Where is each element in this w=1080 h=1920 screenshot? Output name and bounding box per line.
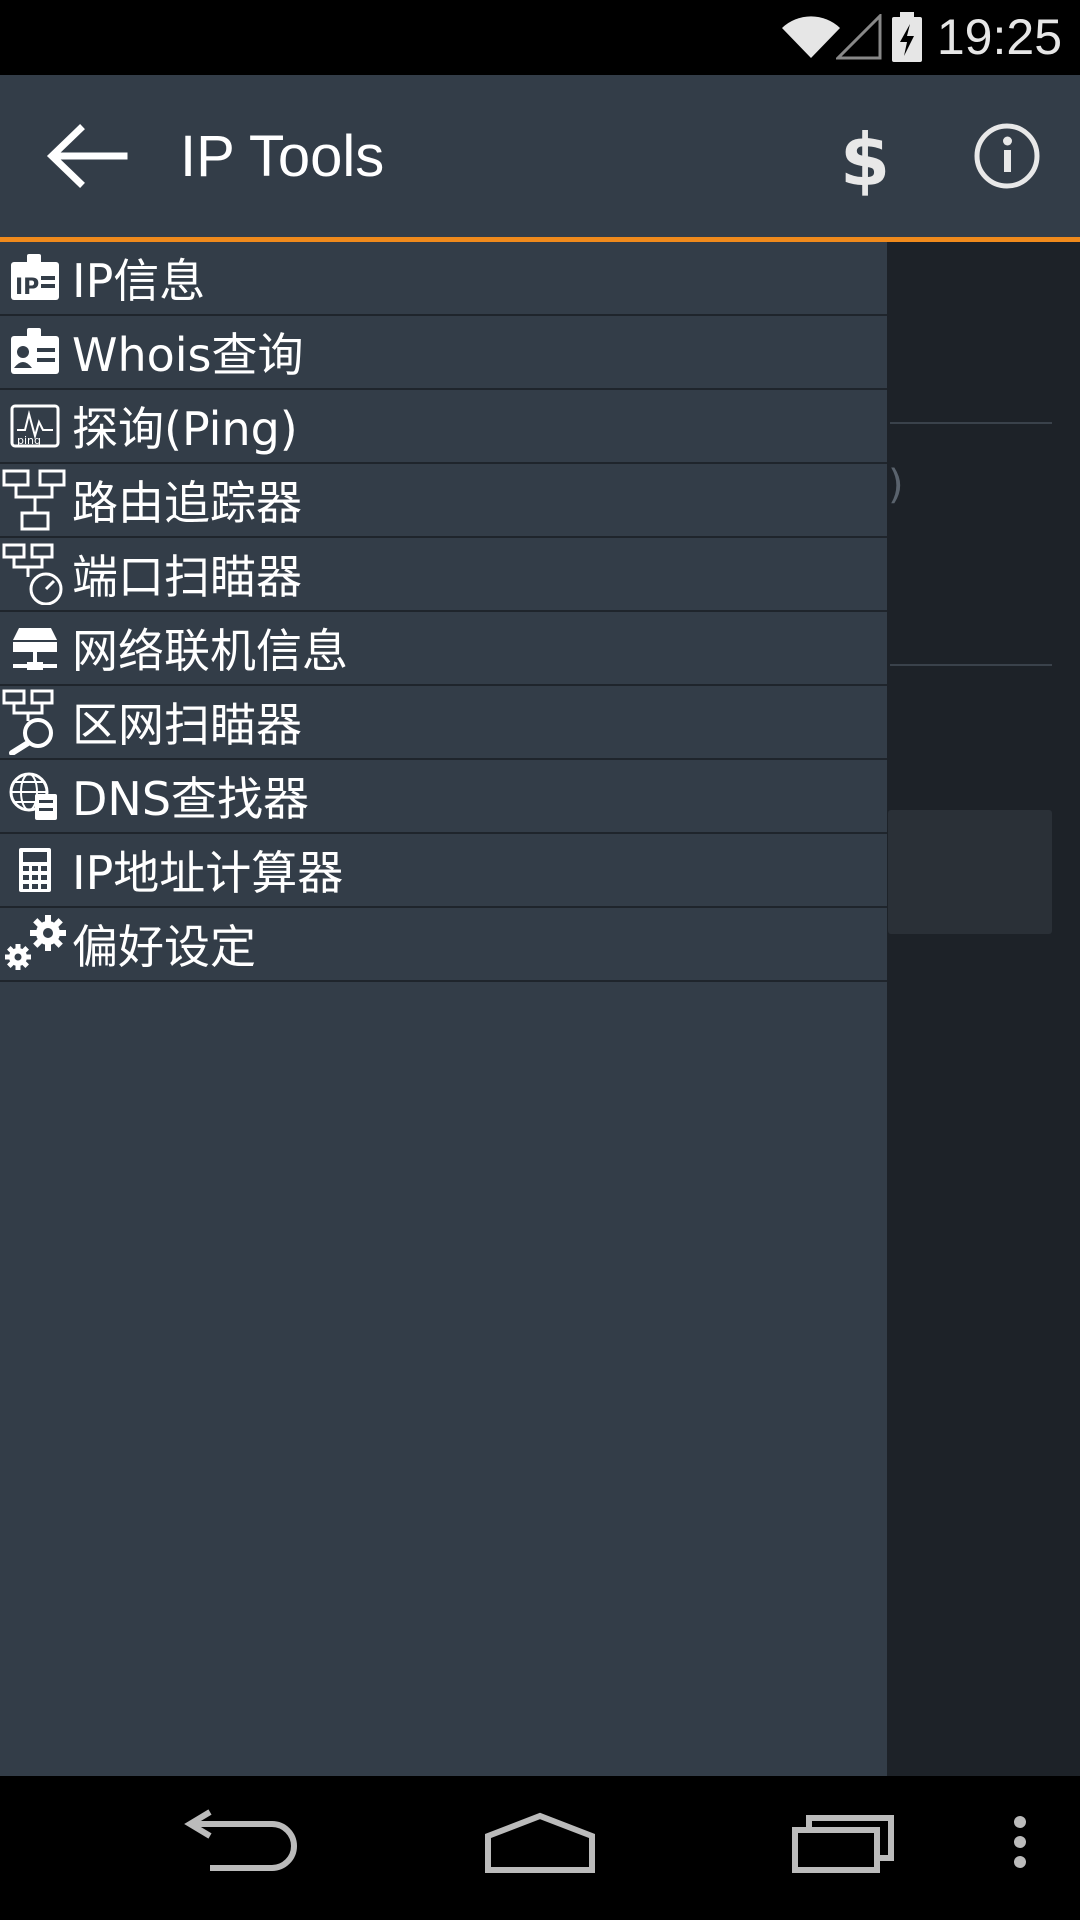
drawer-item-ip-calculator[interactable]: IP地址计算器	[0, 834, 887, 908]
drawer-item-preferences[interactable]: 偏好设定	[0, 908, 887, 982]
drawer-item-port-scanner[interactable]: 端口扫瞄器	[0, 538, 887, 612]
id-card-icon	[0, 316, 70, 388]
drawer-item-label: IP信息	[72, 254, 206, 308]
drawer-item-label: 探询(Ping)	[72, 402, 298, 456]
nav-back-icon[interactable]	[180, 1806, 300, 1890]
drawer-item-label: DNS查找器	[72, 772, 310, 826]
background-text-fragment: )	[888, 462, 904, 508]
status-bar: 19:25	[0, 0, 1080, 75]
drawer-item-traceroute[interactable]: 路由追踪器	[0, 464, 887, 538]
background-button	[888, 810, 1052, 934]
nav-recents-icon[interactable]	[785, 1806, 905, 1890]
arrow-left-icon	[46, 124, 128, 188]
port-gauge-icon	[0, 538, 70, 610]
globe-server-icon	[0, 760, 70, 832]
background-input-underline	[890, 422, 1052, 424]
drawer-item-ip-info[interactable]: IP IP信息	[0, 242, 887, 316]
donate-button[interactable]: $	[820, 110, 910, 202]
drawer-item-label: 区网扫瞄器	[72, 698, 302, 752]
drawer-item-connections[interactable]: 网络联机信息	[0, 612, 887, 686]
gears-icon	[0, 908, 70, 980]
drawer-item-label: 端口扫瞄器	[72, 550, 302, 604]
server-icon	[0, 612, 70, 684]
drawer-item-lan-scanner[interactable]: 区网扫瞄器	[0, 686, 887, 760]
drawer-item-label: Whois查询	[72, 328, 304, 382]
drawer-item-label: 路由追踪器	[72, 476, 302, 530]
battery-charging-icon	[892, 12, 922, 62]
network-tree-icon	[0, 464, 70, 536]
system-navigation-bar	[0, 1776, 1080, 1920]
signal-icon	[836, 14, 882, 60]
app-title: IP Tools	[180, 124, 385, 189]
dollar-icon: $	[840, 118, 890, 202]
network-search-icon	[0, 686, 70, 758]
action-bar: IP Tools $	[0, 75, 1080, 237]
status-time: 19:25	[936, 9, 1062, 65]
nav-home-icon[interactable]	[480, 1806, 600, 1890]
nav-menu-icon[interactable]	[1000, 1806, 1040, 1890]
info-button[interactable]	[960, 110, 1055, 202]
drawer-item-label: 偏好设定	[72, 920, 256, 974]
info-circle-icon	[974, 123, 1040, 189]
drawer-item-label: IP地址计算器	[72, 846, 344, 900]
drawer-item-whois[interactable]: Whois查询	[0, 316, 887, 390]
svg-text:IP: IP	[15, 275, 39, 300]
drawer-item-label: 网络联机信息	[72, 624, 348, 678]
drawer-item-dns-lookup[interactable]: DNS查找器	[0, 760, 887, 834]
background-input-underline	[890, 664, 1052, 666]
ip-card-icon: IP	[0, 242, 70, 314]
ping-chart-icon: ping	[0, 390, 70, 462]
navigation-drawer: IP IP信息 Whois查询 ping 探询(Ping) 路由追踪器 端口扫瞄…	[0, 242, 887, 1776]
svg-text:ping: ping	[17, 434, 41, 447]
svg-text:$: $	[840, 118, 890, 202]
wifi-icon	[782, 16, 840, 58]
drawer-item-ping[interactable]: ping 探询(Ping)	[0, 390, 887, 464]
calculator-icon	[0, 834, 70, 906]
back-button[interactable]	[40, 115, 130, 197]
